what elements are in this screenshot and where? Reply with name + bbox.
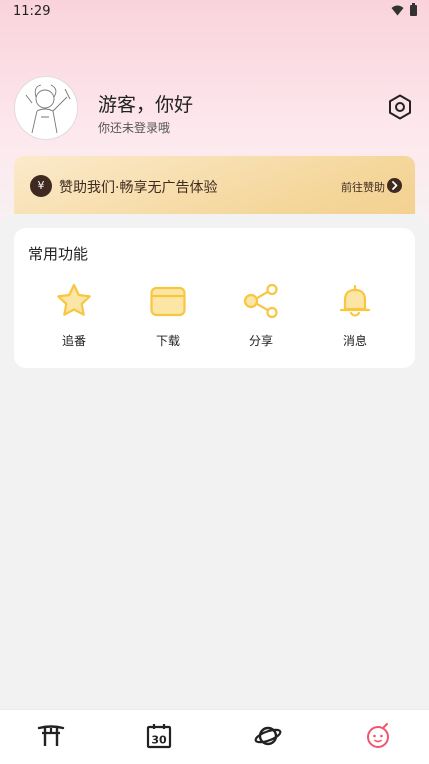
nav-item-home[interactable] — [37, 722, 65, 750]
chevron-right-icon[interactable] — [387, 178, 402, 193]
nav-item-profile[interactable] — [364, 722, 392, 750]
functions-title: 常用功能 — [28, 245, 89, 263]
wifi-icon — [391, 5, 404, 16]
status-bar: 11:29 — [0, 0, 429, 24]
function-label: 追番 — [61, 334, 86, 348]
folder-icon — [150, 286, 186, 317]
function-label: 分享 — [248, 334, 273, 348]
username[interactable]: 游客，你好 — [98, 90, 193, 117]
function-label: 消息 — [342, 334, 367, 348]
profile-section: 游客，你好 你还未登录哦 — [14, 76, 414, 140]
star-icon — [57, 283, 91, 316]
calendar-30-icon: 30 — [146, 724, 172, 749]
function-label: 下载 — [155, 334, 180, 348]
sponsor-link[interactable]: 前往赞助 — [341, 179, 385, 195]
bell-icon — [339, 284, 371, 317]
share-icon — [243, 283, 278, 319]
function-item-follow[interactable]: 追番 — [44, 282, 104, 352]
torii-gate-icon — [37, 725, 65, 746]
avatar[interactable] — [14, 76, 78, 140]
settings-hexagon-icon[interactable] — [386, 93, 414, 121]
bottom-navigation: 30 — [0, 709, 429, 764]
sponsor-text: 赞助我们·畅享无广告体验 — [59, 180, 218, 196]
status-time: 11:29 — [13, 4, 51, 19]
battery-icon — [410, 3, 417, 16]
yen-icon: ¥ — [30, 175, 52, 197]
avatar-sketch-icon — [25, 84, 71, 134]
function-item-download[interactable]: 下载 — [138, 282, 198, 352]
status-icons — [391, 3, 417, 16]
calendar-day-label: 30 — [151, 734, 167, 747]
function-item-messages[interactable]: 消息 — [325, 282, 385, 352]
nav-item-calendar[interactable]: 30 — [145, 722, 173, 750]
planet-icon — [254, 726, 282, 746]
functions-card: 常用功能 追番 下载 分享 消息 — [14, 228, 415, 368]
nav-item-discover[interactable] — [254, 722, 282, 750]
login-hint[interactable]: 你还未登录哦 — [98, 119, 170, 136]
function-item-share[interactable]: 分享 — [231, 282, 291, 352]
mascot-face-icon — [367, 723, 389, 748]
sponsor-banner[interactable]: ¥ 赞助我们·畅享无广告体验 前往赞助 — [14, 156, 415, 216]
